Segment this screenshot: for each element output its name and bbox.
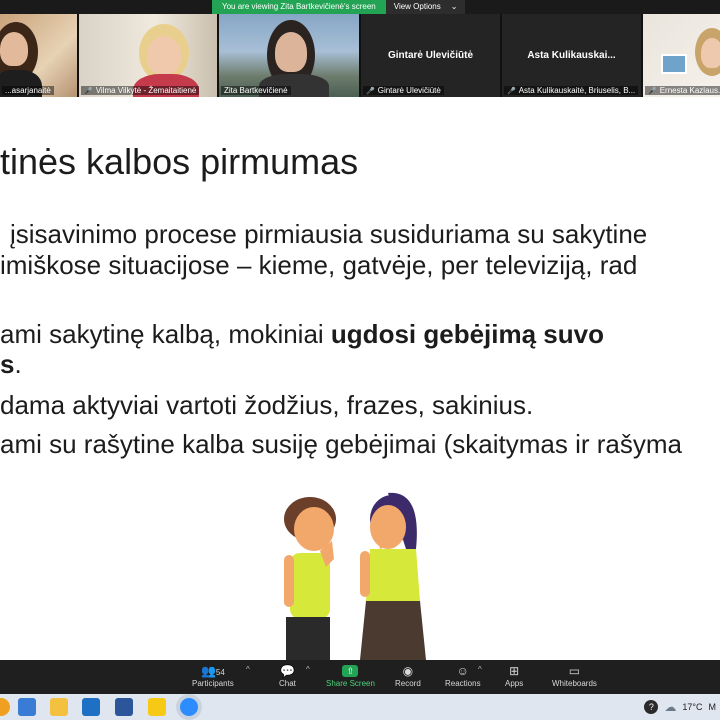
chevron-down-icon: ⌄	[450, 2, 458, 11]
record-label: Record	[395, 679, 421, 688]
participants-button[interactable]: 👥54 Participants	[192, 663, 234, 688]
meeting-toolbar: 👥54 Participants ^ 💬 Chat ^ ⇧ Share Scre…	[0, 660, 720, 694]
participant-name: 🎤 Gintarė Ulevičiūtė	[363, 86, 444, 95]
participant-name: ...asarjanaitė	[2, 86, 54, 95]
system-tray: ? ☁ 17°C M	[644, 694, 720, 720]
participants-count: 54	[215, 668, 225, 677]
participant-center-name: Asta Kulikauskai...	[527, 50, 616, 61]
participants-icon: 👥54	[200, 664, 225, 678]
record-icon: ◉	[402, 664, 414, 678]
view-options-label: View Options	[393, 2, 441, 11]
reactions-label: Reactions	[445, 679, 481, 688]
participant-tile[interactable]: Gintarė Ulevičiūtė 🎤 Gintarė Ulevičiūtė	[361, 14, 500, 97]
windows-taskbar: ? ☁ 17°C M	[0, 694, 720, 720]
participant-name: 🎤 Ernesta Kazlaus...	[645, 86, 720, 95]
apps-label: Apps	[505, 679, 524, 688]
participant-strip: ...asarjanaitė 🎤 Vilma Vilkytė - Žemaitai…	[0, 14, 720, 97]
participant-name: 🎤 Vilma Vilkytė - Žemaitaitienė	[81, 86, 200, 95]
participant-center-name: Gintarė Ulevičiūtė	[387, 50, 474, 61]
participant-tile[interactable]: Asta Kulikauskai... 🎤 Asta Kulikauskaitė,…	[502, 14, 641, 97]
store-icon[interactable]	[18, 698, 36, 716]
mail-icon[interactable]	[82, 698, 100, 716]
viewing-banner-text: You are viewing Zita Bartkevičienė's scr…	[212, 0, 386, 14]
participant-tile[interactable]: 🎤 Vilma Vilkytė - Žemaitaitienė	[79, 14, 217, 97]
word-icon[interactable]	[115, 698, 133, 716]
whiteboards-label: Whiteboards	[552, 679, 597, 688]
muted-mic-icon: 🎤	[84, 87, 93, 95]
slide-title: tinės kalbos pirmumas	[0, 141, 359, 182]
participant-tile[interactable]: ...asarjanaitė	[0, 14, 77, 97]
slide-line: imiškose situacijose – kieme, gatvėje, p…	[0, 250, 638, 280]
view-options-button[interactable]: View Options ⌄	[385, 0, 466, 14]
wall-picture	[661, 54, 687, 74]
file-explorer-icon[interactable]	[50, 698, 68, 716]
help-icon[interactable]: ?	[644, 700, 659, 714]
weather-cloud-icon[interactable]: ☁	[664, 700, 676, 714]
whiteboard-icon: ▭	[568, 664, 581, 678]
muted-mic-icon: 🎤	[366, 87, 375, 95]
participant-name: Zita Bartkevičienė	[221, 86, 291, 95]
two-children-illustration	[284, 492, 426, 660]
slide-line: s.	[0, 349, 22, 379]
slide-line: dama aktyviai vartoti žodžius, frazes, s…	[0, 390, 534, 420]
muted-mic-icon: 🎤	[648, 87, 657, 95]
temperature-text: 17°C	[682, 702, 703, 712]
tray-text: M	[708, 702, 717, 712]
participants-caret-icon[interactable]: ^	[246, 665, 250, 674]
chat-label: Chat	[279, 679, 296, 688]
zoom-meeting-window: You are viewing Zita Bartkevičienė's scr…	[0, 0, 720, 720]
participant-name: 🎤 Asta Kulikauskaitė, Briuselis, B...	[504, 86, 639, 95]
chat-button[interactable]: 💬 Chat	[279, 663, 296, 688]
viewing-banner: You are viewing Zita Bartkevičienė's scr…	[212, 0, 466, 14]
record-button[interactable]: ◉ Record	[395, 663, 421, 688]
participant-video-face	[147, 36, 181, 74]
apps-button[interactable]: ⊞ Apps	[505, 663, 523, 688]
participant-video-face	[275, 32, 307, 72]
slide-line: ami su rašytine kalba susiję gebėjimai (…	[0, 429, 683, 459]
apps-icon: ⊞	[509, 664, 520, 678]
shared-screen-slide: tinės kalbos pirmumas įsisavinimo proces…	[0, 97, 720, 660]
reactions-caret-icon[interactable]: ^	[478, 665, 482, 674]
whiteboards-button[interactable]: ▭ Whiteboards	[552, 663, 597, 688]
sticky-notes-icon[interactable]	[148, 698, 166, 716]
participant-tile[interactable]: Zita Bartkevičienė	[219, 14, 359, 97]
share-screen-button[interactable]: ⇧ Share Screen	[326, 663, 375, 688]
chat-caret-icon[interactable]: ^	[306, 665, 310, 674]
participants-label: Participants	[192, 679, 234, 688]
slide-line: įsisavinimo procese pirmiausia susiduria…	[10, 219, 648, 249]
reactions-button[interactable]: ☺ Reactions	[445, 663, 481, 688]
chat-icon: 💬	[279, 664, 295, 678]
participant-video-face	[701, 38, 720, 68]
participant-video-face	[0, 32, 28, 66]
share-screen-label: Share Screen	[326, 679, 375, 688]
taskbar-app-icon[interactable]	[0, 698, 10, 716]
zoom-icon[interactable]	[180, 698, 198, 716]
share-screen-icon: ⇧	[342, 665, 359, 677]
muted-mic-icon: 🎤	[507, 87, 516, 95]
participant-tile[interactable]: 🎤 Ernesta Kazlaus...	[643, 14, 720, 97]
slide-line: ami sakytinę kalbą, mokiniai ugdosi gebė…	[0, 319, 604, 349]
reactions-icon: ☺	[456, 664, 469, 678]
